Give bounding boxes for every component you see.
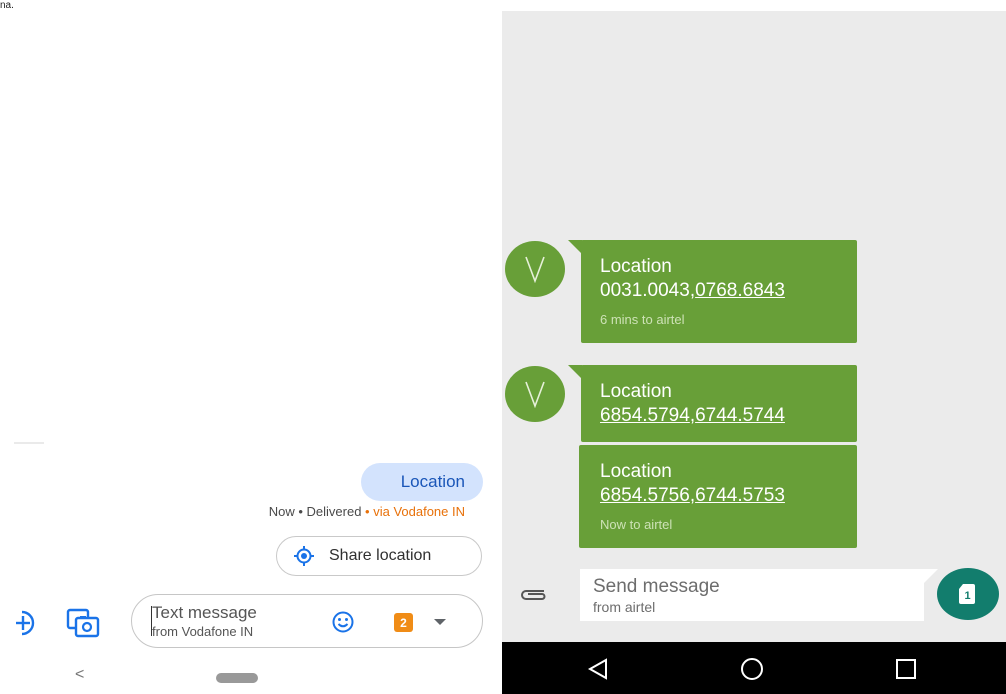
avatar[interactable] [505,366,565,422]
emoji-icon[interactable] [332,611,354,633]
avatar[interactable] [505,241,565,297]
message-bubble[interactable]: Location 0031.0043,0768.6843 6 mins to a… [581,240,857,343]
message-meta: 6 mins to airtel [600,312,685,327]
status-via-carrier: • via Vodafone IN [361,504,465,519]
message-title: Location [600,256,672,277]
compose-carrier-hint: from Vodafone IN [152,624,254,639]
coord-b-link[interactable]: 6744.5753 [695,485,785,506]
send-carrier-hint: from airtel [593,599,656,615]
corner-text: na. [0,0,14,11]
message-coordinates: 0031.0043,0768.6843 [600,280,785,302]
screenshot-root: na. Location Now • Delivered • via Vodaf… [0,0,1006,694]
message-bubble[interactable]: Location 6854.5756,6744.5753 Now to airt… [579,445,857,548]
message-status: Now • Delivered • via Vodafone IN [150,504,465,519]
sent-message-bubble[interactable]: Location [361,463,483,501]
sim-send-icon: 1 [959,584,975,604]
send-field-tail [924,569,938,583]
left-messages-app: na. Location Now • Delivered • via Vodaf… [0,0,502,694]
bubble-tail [568,365,582,379]
sent-message-text: Location [400,472,465,491]
share-location-label: Share location [329,547,432,564]
nav-home-pill[interactable] [216,673,258,683]
coord-a: 0031.0043 [600,280,690,301]
coord-a-link[interactable]: 6854.5756 [600,485,690,506]
avatar-v-icon [525,381,545,408]
add-icon[interactable] [8,608,38,638]
location-target-icon [294,546,314,566]
text-message-input[interactable]: Text message from Vodafone IN 2 [131,594,483,648]
message-coordinates[interactable]: 6854.5756,6744.5753 [600,485,785,507]
message-meta: Now to airtel [600,517,673,532]
gallery-icon[interactable] [66,608,100,638]
message-coordinates[interactable]: 6854.5794,6744.5744 [600,405,785,427]
sim-number: 2 [400,615,407,630]
back-triangle-icon[interactable] [587,658,609,680]
dropdown-arrow-icon[interactable] [434,619,446,625]
status-delivered: Now • Delivered [268,504,362,519]
android-navigation-bar [502,642,1006,694]
nav-back-button[interactable]: < [75,666,84,684]
recents-square-icon[interactable] [895,658,917,680]
attach-icon[interactable] [518,586,548,604]
send-message-input[interactable]: Send message from airtel [580,569,924,621]
sim-icon[interactable]: 2 [394,613,413,632]
coord-a-link[interactable]: 6854.5794 [600,405,690,426]
send-placeholder: Send message [593,576,720,597]
right-chat-app: Location 0031.0043,0768.6843 6 mins to a… [502,0,1006,694]
message-bubble[interactable]: Location 6854.5794,6744.5744 [581,365,857,442]
send-sim-number: 1 [964,590,970,602]
message-title: Location [600,381,672,402]
home-circle-icon[interactable] [739,658,765,680]
avatar-v-icon [525,256,545,283]
send-button[interactable]: 1 [937,568,999,620]
bubble-tail [568,240,582,254]
coord-b-link[interactable]: 6744.5744 [695,405,785,426]
coord-b-link[interactable]: 0768.6843 [695,280,785,301]
message-title: Location [600,461,672,482]
divider [14,442,44,444]
share-location-button[interactable]: Share location [276,536,482,576]
compose-placeholder: Text message [152,603,257,622]
